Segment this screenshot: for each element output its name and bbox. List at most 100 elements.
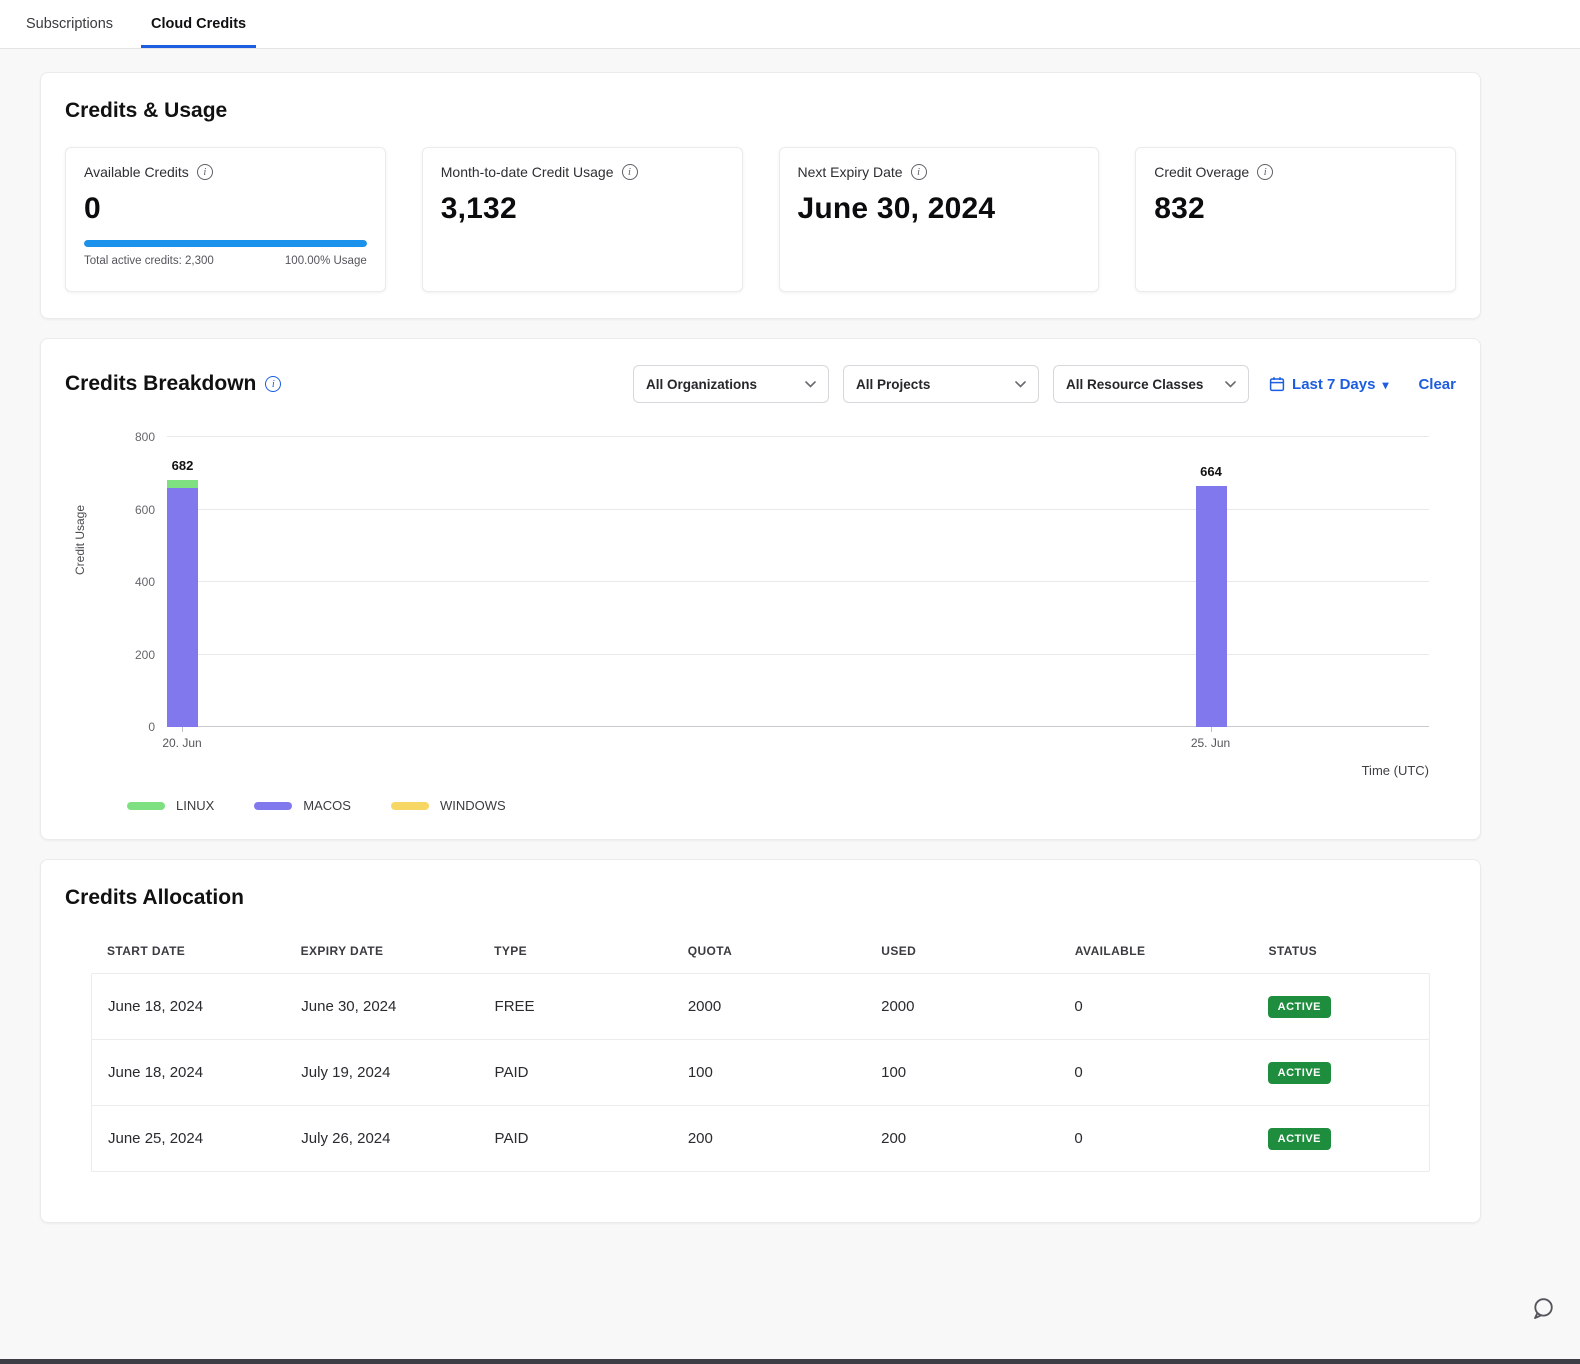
bar-25-jun[interactable]: 664	[1196, 437, 1227, 727]
available-credits-value: 0	[84, 192, 367, 226]
credits-allocation-section: Credits Allocation START DATE EXPIRY DAT…	[40, 859, 1481, 1223]
legend-label: MACOS	[303, 798, 351, 813]
credits-usage-progress-bar	[84, 240, 367, 247]
credits-usage-title: Credits & Usage	[65, 99, 227, 123]
x-axis-title: Time (UTC)	[103, 763, 1429, 778]
next-expiry-info-icon[interactable]	[911, 164, 927, 180]
available-credits-label: Available Credits	[84, 164, 189, 180]
credit-overage-info-icon[interactable]	[1257, 164, 1273, 180]
col-expiry-date: EXPIRY DATE	[301, 944, 495, 958]
legend-swatch	[127, 802, 165, 810]
legend-swatch	[254, 802, 292, 810]
chart-legend: LINUX MACOS WINDOWS	[127, 798, 1456, 813]
main-content: Credits & Usage Available Credits 0 Tota…	[40, 72, 1481, 1223]
credits-breakdown-chart: Credit Usage 020040060080068220. Jun6642…	[65, 437, 1456, 813]
next-expiry-card: Next Expiry Date June 30, 2024	[779, 147, 1100, 292]
y-tick-label: 200	[135, 648, 155, 662]
top-tab-bar: Subscriptions Cloud Credits	[0, 0, 1580, 49]
legend-item-linux[interactable]: LINUX	[127, 798, 214, 813]
legend-item-windows[interactable]: WINDOWS	[391, 798, 506, 813]
chevron-down-icon	[805, 381, 816, 388]
mtd-usage-label: Month-to-date Credit Usage	[441, 164, 614, 180]
cell-used: 2000	[881, 998, 1074, 1015]
tab-subscriptions[interactable]: Subscriptions	[22, 0, 117, 48]
y-tick-label: 400	[135, 575, 155, 589]
cell-expiry-date: June 30, 2024	[301, 998, 494, 1015]
organizations-select[interactable]: All Organizations	[633, 365, 829, 403]
y-tick-label: 800	[135, 430, 155, 444]
credits-usage-progress-fill	[84, 240, 367, 247]
cell-expiry-date: July 26, 2024	[301, 1130, 494, 1147]
y-tick-label: 0	[148, 720, 155, 734]
projects-select-value: All Projects	[856, 377, 930, 392]
bar-20-jun[interactable]: 682	[167, 437, 198, 727]
gridline	[167, 581, 1429, 582]
date-range-picker[interactable]: Last 7 Days	[1269, 376, 1388, 393]
y-axis-title: Credit Usage	[73, 465, 87, 615]
cell-start-date: June 25, 2024	[108, 1130, 301, 1147]
cell-start-date: June 18, 2024	[108, 998, 301, 1015]
chevron-down-icon	[1015, 381, 1026, 388]
bar-segment-macos	[1196, 486, 1227, 727]
col-status: STATUS	[1268, 944, 1414, 958]
credit-overage-value: 832	[1154, 192, 1437, 226]
chevron-down-icon	[1225, 381, 1236, 388]
calendar-icon	[1269, 376, 1285, 392]
credits-breakdown-info-icon[interactable]	[265, 376, 281, 392]
x-tick-mark	[182, 727, 183, 732]
next-expiry-value: June 30, 2024	[798, 192, 1081, 226]
table-row: June 25, 2024 July 26, 2024 PAID 200 200…	[91, 1105, 1430, 1172]
help-chat-button[interactable]	[1530, 1296, 1556, 1322]
gridline	[167, 436, 1429, 437]
available-credits-card: Available Credits 0 Total active credits…	[65, 147, 386, 292]
y-tick-label: 600	[135, 503, 155, 517]
cell-used: 100	[881, 1064, 1074, 1081]
status-badge: ACTIVE	[1268, 996, 1331, 1018]
gridline	[167, 509, 1429, 510]
col-start-date: START DATE	[107, 944, 301, 958]
bottom-scrollbar[interactable]	[0, 1359, 1580, 1364]
legend-swatch	[391, 802, 429, 810]
gridline	[167, 726, 1429, 727]
x-tick-label: 25. Jun	[1191, 736, 1230, 750]
col-type: TYPE	[494, 944, 688, 958]
status-badge: ACTIVE	[1268, 1062, 1331, 1084]
cell-available: 0	[1074, 1130, 1267, 1147]
caret-down-icon	[1382, 376, 1388, 393]
table-header-row: START DATE EXPIRY DATE TYPE QUOTA USED A…	[91, 944, 1430, 958]
table-row: June 18, 2024 June 30, 2024 FREE 2000 20…	[91, 973, 1430, 1040]
breakdown-filters: All Organizations All Projects All Resou…	[633, 365, 1456, 403]
organizations-select-value: All Organizations	[646, 377, 757, 392]
resource-classes-select[interactable]: All Resource Classes	[1053, 365, 1249, 403]
col-available: AVAILABLE	[1075, 944, 1269, 958]
cell-start-date: June 18, 2024	[108, 1064, 301, 1081]
x-tick-mark	[1211, 727, 1212, 732]
cell-used: 200	[881, 1130, 1074, 1147]
total-active-credits-note: Total active credits: 2,300	[84, 255, 214, 267]
credits-allocation-title: Credits Allocation	[65, 886, 244, 910]
credits-usage-section: Credits & Usage Available Credits 0 Tota…	[40, 72, 1481, 319]
chart-plot-area: 020040060080068220. Jun66425. Jun	[167, 437, 1429, 727]
usage-percent-note: 100.00% Usage	[285, 255, 367, 267]
tab-cloud-credits[interactable]: Cloud Credits	[147, 0, 250, 48]
clear-filters-link[interactable]: Clear	[1418, 376, 1456, 393]
mtd-usage-card: Month-to-date Credit Usage 3,132	[422, 147, 743, 292]
legend-item-macos[interactable]: MACOS	[254, 798, 351, 813]
mtd-usage-info-icon[interactable]	[622, 164, 638, 180]
projects-select[interactable]: All Projects	[843, 365, 1039, 403]
next-expiry-label: Next Expiry Date	[798, 164, 903, 180]
credits-breakdown-title: Credits Breakdown	[65, 372, 256, 396]
cell-available: 0	[1074, 1064, 1267, 1081]
bar-segment-macos	[167, 488, 198, 727]
status-badge: ACTIVE	[1268, 1128, 1331, 1150]
available-credits-info-icon[interactable]	[197, 164, 213, 180]
gridline	[167, 654, 1429, 655]
credit-overage-card: Credit Overage 832	[1135, 147, 1456, 292]
bar-total-label: 682	[172, 458, 194, 473]
credit-overage-label: Credit Overage	[1154, 164, 1249, 180]
resource-classes-select-value: All Resource Classes	[1066, 377, 1203, 392]
cell-quota: 100	[688, 1064, 881, 1081]
credits-allocation-table: START DATE EXPIRY DATE TYPE QUOTA USED A…	[91, 944, 1430, 1172]
cell-type: PAID	[495, 1130, 688, 1147]
cell-expiry-date: July 19, 2024	[301, 1064, 494, 1081]
